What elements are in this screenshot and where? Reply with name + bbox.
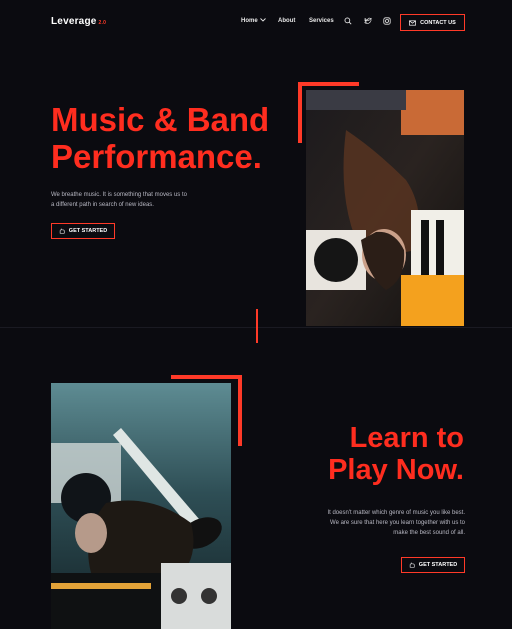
- learn-title-line2: Play Now.: [328, 454, 464, 487]
- guitarist-image-2: [51, 383, 231, 629]
- hero-title: Music & Band Performance.: [51, 101, 270, 176]
- learn-description-line1: It doesn't matter which genre of music y…: [327, 510, 465, 516]
- learn-get-started-label: GET STARTED: [418, 562, 458, 568]
- top-navbar: Leverage 2.0 Home About Services CONTACT …: [0, 0, 512, 44]
- nav-services[interactable]: Services: [309, 18, 334, 24]
- hero-get-started-label: GET STARTED: [68, 228, 108, 234]
- learn-title: Learn to Play Now.: [328, 422, 464, 487]
- scroll-indicator: [256, 309, 258, 343]
- instagram-icon[interactable]: [383, 17, 391, 25]
- site-logo[interactable]: Leverage 2.0: [51, 16, 106, 27]
- hero-get-started-button[interactable]: GET STARTED: [51, 223, 115, 239]
- hero-description-line2: a different path in search of new ideas.: [51, 202, 154, 209]
- hand-icon: [409, 562, 415, 568]
- hero-description: We breathe music. It is something that m…: [51, 190, 187, 210]
- hero-title-line1: Music & Band: [51, 101, 270, 138]
- search-icon[interactable]: [344, 17, 352, 25]
- chevron-down-icon: [260, 18, 267, 23]
- learn-title-line1: Learn to: [349, 422, 464, 454]
- contact-us-button[interactable]: CONTACT US: [400, 14, 465, 31]
- logo-text: Leverage: [51, 16, 97, 27]
- learn-description: It doesn't matter which genre of music y…: [327, 508, 465, 539]
- learn-description-line3: make the best sound of all.: [393, 530, 465, 537]
- learn-description-line2: We are sure that here you learn together…: [330, 520, 465, 527]
- guitarist-photo-hero: [306, 90, 464, 326]
- nav-home-label: Home: [241, 18, 258, 24]
- nav-about[interactable]: About: [278, 18, 295, 24]
- hero-title-line2: Performance.: [51, 137, 262, 175]
- logo-version: 2.0: [98, 20, 107, 26]
- nav-home[interactable]: Home: [241, 18, 267, 24]
- mail-icon: [409, 19, 417, 26]
- contact-us-label: CONTACT US: [420, 19, 456, 26]
- guitarist-image: [306, 90, 464, 326]
- learn-get-started-button[interactable]: GET STARTED: [401, 557, 465, 573]
- twitter-icon[interactable]: [364, 17, 372, 25]
- guitarist-photo-learn: [51, 383, 231, 629]
- hand-icon: [59, 228, 65, 234]
- hero-description-line1: We breathe music. It is something that m…: [51, 192, 187, 198]
